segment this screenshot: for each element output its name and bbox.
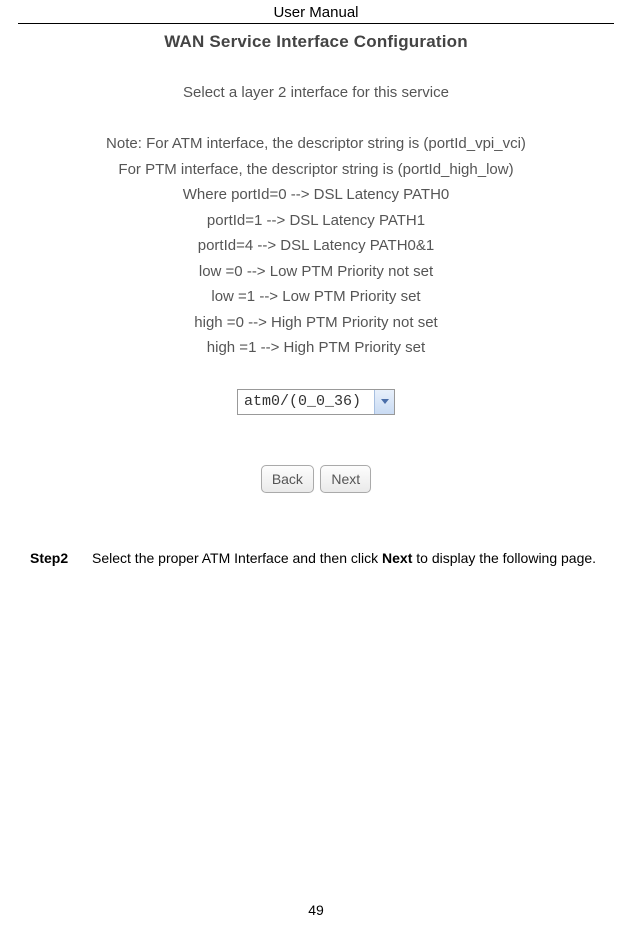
step-text-bold: Next bbox=[382, 550, 412, 566]
note-line: low =0 --> Low PTM Priority not set bbox=[30, 259, 602, 285]
step-block: Step2 Select the proper ATM Interface an… bbox=[0, 513, 632, 572]
note-line: high =1 --> High PTM Priority set bbox=[30, 335, 602, 361]
step-label: Step2 bbox=[30, 545, 92, 572]
chevron-down-icon bbox=[374, 390, 394, 414]
note-line: low =1 --> Low PTM Priority set bbox=[30, 284, 602, 310]
step-text-after: to display the following page. bbox=[412, 550, 596, 566]
page-number: 49 bbox=[0, 902, 632, 918]
next-button[interactable]: Next bbox=[320, 465, 371, 493]
doc-header: User Manual bbox=[0, 0, 632, 23]
note-block: Note: For ATM interface, the descriptor … bbox=[0, 131, 632, 361]
interface-select[interactable]: atm0/(0_0_36) bbox=[237, 389, 395, 415]
header-rule bbox=[18, 23, 614, 24]
note-line: Note: For ATM interface, the descriptor … bbox=[30, 131, 602, 157]
interface-select-value: atm0/(0_0_36) bbox=[238, 393, 374, 410]
note-line: Where portId=0 --> DSL Latency PATH0 bbox=[30, 182, 602, 208]
interface-select-wrap: atm0/(0_0_36) bbox=[0, 389, 632, 415]
note-line: portId=4 --> DSL Latency PATH0&1 bbox=[30, 233, 602, 259]
back-button[interactable]: Back bbox=[261, 465, 314, 493]
button-row: Back Next bbox=[0, 465, 632, 493]
note-line: For PTM interface, the descriptor string… bbox=[30, 157, 602, 183]
step-text-before: Select the proper ATM Interface and then… bbox=[92, 550, 382, 566]
step-body: Select the proper ATM Interface and then… bbox=[92, 545, 610, 572]
note-line: high =0 --> High PTM Priority not set bbox=[30, 310, 602, 336]
doc-title: User Manual bbox=[273, 4, 358, 21]
config-intro: Select a layer 2 interface for this serv… bbox=[0, 84, 632, 101]
note-line: portId=1 --> DSL Latency PATH1 bbox=[30, 208, 602, 234]
config-title: WAN Service Interface Configuration bbox=[0, 32, 632, 52]
